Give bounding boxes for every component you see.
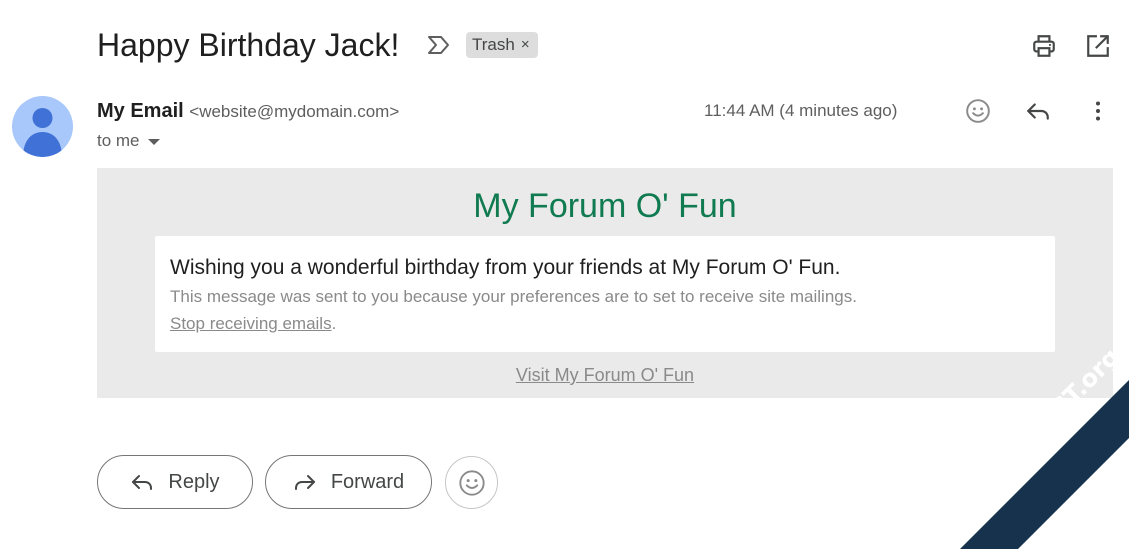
message-timestamp: 11:44 AM (4 minutes ago): [704, 101, 898, 120]
reply-icon: [132, 475, 153, 490]
stop-receiving-emails-link[interactable]: Stop receiving emails: [170, 314, 332, 333]
label-important-icon[interactable]: [426, 34, 452, 56]
unsubscribe-period: .: [331, 314, 337, 333]
open-in-new-window-button[interactable]: [1080, 28, 1116, 64]
trash-label-text: Trash: [472, 35, 515, 54]
forum-title: My Forum O' Fun: [473, 187, 737, 225]
sender-name[interactable]: My Email: [97, 100, 184, 122]
sender-avatar[interactable]: [12, 96, 73, 157]
birthday-message: Wishing you a wonderful birthday from yo…: [170, 256, 841, 279]
emoji-reaction-button[interactable]: [445, 456, 498, 509]
print-button[interactable]: [1026, 28, 1062, 64]
add-reaction-button[interactable]: [958, 91, 998, 131]
message-card: Wishing you a wonderful birthday from yo…: [155, 236, 1055, 352]
avatar-person-icon: [23, 108, 62, 157]
more-vert-icon: [1096, 101, 1100, 121]
unsubscribe-line: Stop receiving emails.: [170, 314, 336, 334]
forward-icon: [294, 475, 315, 490]
sender-address: <website@mydomain.com>: [189, 102, 400, 121]
open-in-new-window-icon: [1087, 35, 1109, 57]
more-options-button[interactable]: [1078, 91, 1118, 131]
email-body: My Forum O' Fun Wishing you a wonderful …: [97, 168, 1113, 398]
trash-label-chip: Trash ×: [466, 32, 538, 58]
chevron-down-icon: [147, 139, 160, 145]
email-subject: Happy Birthday Jack!: [97, 27, 400, 63]
reply-button[interactable]: Reply: [97, 455, 253, 509]
print-icon: [1033, 35, 1055, 57]
recipient-label: to me: [97, 131, 140, 150]
mailing-notice: This message was sent to you because you…: [170, 287, 857, 306]
visit-forum-link[interactable]: Visit My Forum O' Fun: [516, 365, 694, 385]
reply-button-label: Reply: [168, 470, 220, 493]
remove-label-icon[interactable]: ×: [521, 32, 530, 58]
emoji-reaction-icon: [966, 99, 990, 123]
forward-button-label: Forward: [330, 470, 405, 493]
reply-icon: [1027, 103, 1049, 120]
sender-line: My Email <website@mydomain.com>: [97, 99, 399, 124]
emoji-reaction-icon: [458, 469, 485, 496]
recipient-details-toggle[interactable]: to me: [97, 130, 160, 152]
forward-button[interactable]: Forward: [265, 455, 432, 509]
reply-icon-button[interactable]: [1018, 91, 1058, 131]
